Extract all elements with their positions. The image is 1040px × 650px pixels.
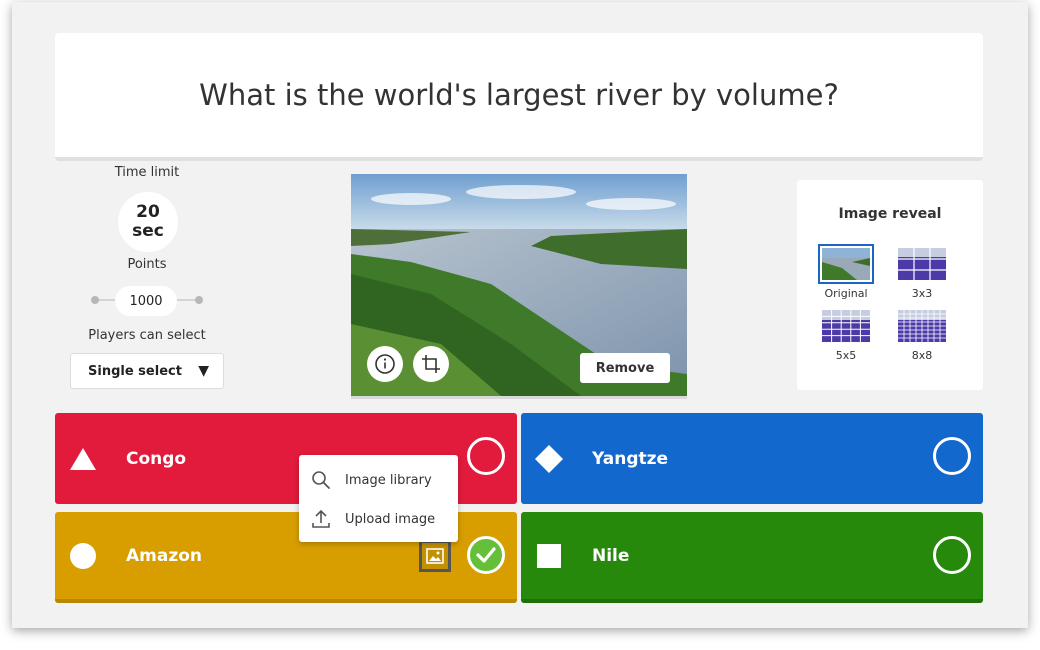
caret-down-icon: ▼	[198, 363, 209, 379]
search-icon	[312, 471, 330, 489]
answer-text[interactable]: Nile	[592, 546, 629, 566]
time-value: 20	[136, 202, 160, 222]
menu-item-upload-image[interactable]: Upload image	[311, 507, 435, 531]
original-thumbnail	[818, 244, 874, 284]
image-crop-button[interactable]	[413, 346, 449, 382]
points-slider-min-dot[interactable]	[91, 296, 99, 304]
image-info-button[interactable]	[367, 346, 403, 382]
reveal-option-3x3[interactable]: 3x3	[887, 248, 957, 300]
upload-icon	[312, 509, 330, 528]
correct-toggle[interactable]	[933, 536, 971, 574]
circle-icon	[69, 542, 97, 570]
answer-text[interactable]: Congo	[126, 449, 186, 469]
info-icon	[375, 354, 395, 374]
reveal-option-label: 3x3	[911, 287, 933, 300]
grid-8x8-thumbnail	[898, 310, 946, 342]
correct-toggle[interactable]	[467, 437, 505, 475]
reveal-option-original[interactable]: Original	[811, 244, 881, 300]
answer-text[interactable]: Amazon	[126, 546, 202, 566]
time-unit: sec	[132, 221, 164, 241]
image-context-menu: Image library Upload image	[299, 455, 458, 542]
points-slider-max-dot[interactable]	[195, 296, 203, 304]
remove-image-button[interactable]: Remove	[580, 353, 670, 383]
select-value: Single select	[88, 363, 182, 379]
quiz-editor-window: What is the world's largest river by vol…	[12, 2, 1028, 628]
time-limit-label: Time limit	[114, 165, 180, 180]
triangle-icon	[69, 445, 97, 473]
image-reveal-title: Image reveal	[838, 206, 942, 222]
time-limit-selector[interactable]: 20 sec	[118, 192, 178, 252]
menu-item-label: Image library	[345, 472, 432, 488]
crop-icon	[422, 355, 440, 373]
answer-nile[interactable]: Nile	[521, 512, 983, 603]
answer-yangtze[interactable]: Yangtze	[521, 413, 983, 504]
menu-item-image-library[interactable]: Image library	[311, 468, 432, 492]
diamond-icon	[535, 444, 563, 473]
answer-text[interactable]: Yangtze	[592, 449, 668, 469]
points-value-pill[interactable]: 1000	[115, 286, 177, 316]
grid-5x5-thumbnail	[822, 310, 870, 342]
reveal-option-label: 8x8	[911, 349, 933, 362]
players-can-select-label: Players can select	[88, 328, 206, 343]
correct-toggle-checked[interactable]	[467, 536, 505, 574]
answer-image-button[interactable]	[419, 540, 451, 572]
question-box[interactable]: What is the world's largest river by vol…	[55, 33, 983, 161]
points-label: Points	[127, 257, 167, 272]
menu-item-label: Upload image	[345, 511, 436, 527]
question-text[interactable]: What is the world's largest river by vol…	[199, 78, 839, 112]
reveal-option-label: Original	[824, 287, 868, 300]
grid-3x3-thumbnail	[898, 248, 946, 280]
image-icon	[426, 548, 444, 564]
correct-toggle[interactable]	[933, 437, 971, 475]
image-reveal-panel: Image reveal Original 3x3 5x5 8x8	[797, 180, 983, 390]
square-icon	[535, 542, 563, 570]
reveal-option-label: 5x5	[835, 349, 857, 362]
answer-type-select[interactable]: Single select ▼	[70, 353, 224, 389]
reveal-option-5x5[interactable]: 5x5	[811, 310, 881, 362]
checkmark-icon	[476, 547, 496, 563]
reveal-option-8x8[interactable]: 8x8	[887, 310, 957, 362]
